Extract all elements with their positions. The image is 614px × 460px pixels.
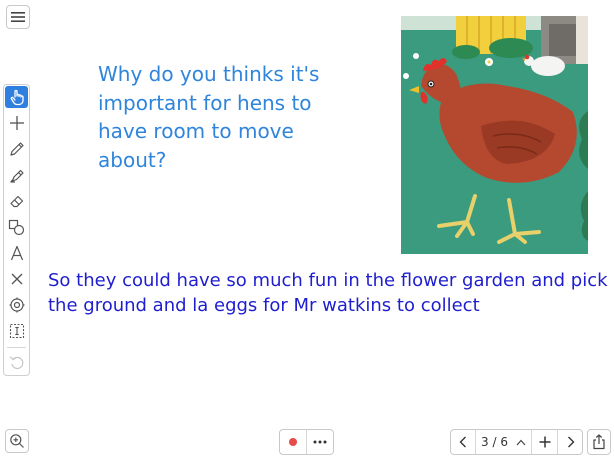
close-x-icon — [11, 273, 22, 285]
question-line: important for hens to — [98, 90, 312, 115]
answer-line: the ground and la eggs for Mr watkins to… — [48, 295, 480, 316]
hen-illustration — [401, 16, 588, 254]
text-box-tool-button[interactable] — [5, 320, 28, 342]
answer-line: So they could have so much fun in the fl… — [48, 270, 608, 291]
target-tool-button[interactable] — [5, 294, 28, 316]
text-a-icon — [10, 245, 23, 261]
shapes-tool-button[interactable] — [5, 216, 28, 238]
highlighter-tool-button[interactable] — [5, 164, 28, 186]
undo-button[interactable] — [5, 351, 28, 373]
share-icon — [593, 434, 605, 450]
share-button[interactable] — [587, 429, 611, 455]
pen-tool-button[interactable] — [5, 138, 28, 160]
text-tool-button[interactable] — [5, 242, 28, 264]
eraser-tool-button[interactable] — [5, 190, 28, 212]
more-options-button[interactable] — [307, 430, 333, 454]
add-tool-button[interactable] — [5, 112, 28, 134]
plus-icon — [539, 436, 550, 448]
question-line: about? — [98, 147, 167, 172]
undo-icon — [9, 356, 23, 370]
previous-page-button[interactable] — [451, 430, 476, 454]
target-icon — [9, 297, 24, 313]
question-line: Why do you thinks it's — [98, 62, 320, 86]
page-navigator: 3 / 6 — [450, 429, 583, 455]
eraser-icon — [9, 195, 23, 208]
chevron-left-icon — [459, 436, 466, 448]
hamburger-icon — [11, 12, 25, 22]
next-page-button[interactable] — [558, 430, 583, 454]
pen-icon — [9, 142, 24, 156]
zoom-in-icon — [10, 434, 24, 448]
toolbar-divider — [7, 347, 26, 348]
question-line: have room to move — [98, 119, 294, 143]
hand-tool-button[interactable] — [5, 86, 28, 108]
highlighter-icon — [9, 169, 24, 183]
answer-text[interactable]: So they could have so much fun in the fl… — [48, 268, 608, 318]
chevron-up-icon — [516, 439, 526, 445]
add-page-button[interactable] — [531, 430, 558, 454]
text-box-icon — [9, 323, 24, 339]
page-indicator-text: 3 / 6 — [481, 435, 508, 449]
chevron-right-icon — [567, 436, 574, 448]
hand-pointer-icon — [10, 89, 24, 106]
delete-tool-button[interactable] — [5, 268, 28, 290]
plus-icon — [9, 116, 24, 130]
question-text: Why do you thinks it's important for hen… — [98, 60, 338, 174]
menu-button[interactable] — [6, 5, 30, 29]
record-controls — [279, 429, 334, 455]
shapes-icon — [8, 219, 25, 235]
zoom-button[interactable] — [5, 429, 29, 453]
page-indicator[interactable]: 3 / 6 — [476, 430, 531, 454]
tool-palette — [3, 84, 30, 376]
record-button[interactable] — [280, 430, 307, 454]
record-dot-icon — [289, 438, 297, 446]
ellipsis-icon — [313, 440, 327, 444]
